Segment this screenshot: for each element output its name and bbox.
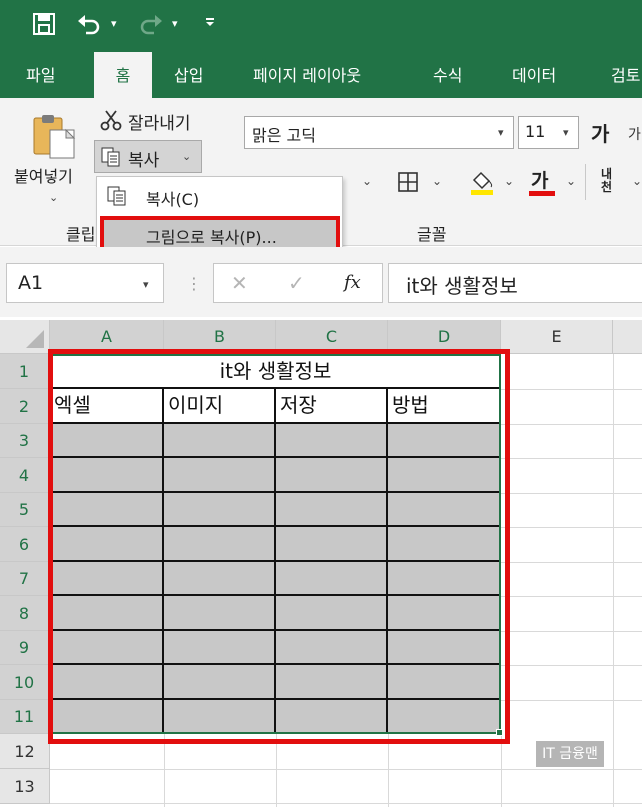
cancel-icon[interactable]: ✕ (231, 271, 248, 295)
ribbon-divider (585, 164, 586, 200)
column-header-f[interactable] (613, 320, 642, 354)
row-header-5[interactable]: 5 (0, 493, 50, 527)
fill-color-dropdown-icon[interactable]: ⌄ (504, 174, 514, 188)
gridline (501, 389, 642, 390)
row-header-11[interactable]: 11 (0, 700, 50, 734)
gridline (50, 769, 642, 770)
borders-dropdown-icon[interactable]: ⌄ (432, 174, 442, 188)
highlight-box (48, 349, 510, 744)
gridline (501, 665, 642, 666)
gridline (501, 700, 642, 701)
copy-icon (100, 146, 122, 172)
font-group-label: 글꼴 (417, 225, 447, 244)
font-size-dropdown-icon[interactable]: ▾ (563, 126, 569, 139)
cut-button[interactable]: 잘라내기 (128, 109, 191, 134)
redo-dropdown-icon: ▾ (172, 17, 178, 30)
gridline (613, 354, 614, 807)
tab-file[interactable]: 파일 (26, 62, 55, 86)
column-header-e[interactable]: E (501, 320, 613, 354)
copy-as-picture-label: 그림으로 복사(P)... (146, 228, 277, 247)
gridline (501, 596, 642, 597)
underline-dropdown-icon[interactable]: ⌄ (362, 174, 372, 188)
tab-home-label: 홈 (115, 66, 131, 85)
gridline (501, 631, 642, 632)
tab-page-layout[interactable]: 페이지 레이아웃 (253, 62, 361, 86)
formula-bar-resize-handle[interactable]: ⋮ (186, 274, 202, 293)
phonetic-dropdown-icon[interactable]: ⌄ (632, 174, 642, 188)
gridline (501, 562, 642, 563)
scissors-icon[interactable] (100, 109, 122, 135)
paste-icon[interactable] (30, 112, 78, 164)
row-header-12[interactable]: 12 (0, 734, 50, 769)
row-header-6[interactable]: 6 (0, 527, 50, 562)
borders-icon[interactable] (397, 171, 419, 197)
enter-icon[interactable]: ✓ (288, 271, 305, 295)
tab-insert[interactable]: 삽입 (174, 62, 203, 86)
gridline (276, 734, 277, 807)
gridline (501, 424, 642, 425)
row-header-4[interactable]: 4 (0, 458, 50, 493)
customize-icon[interactable] (204, 16, 216, 31)
phonetic-guide-button[interactable]: 내천 (601, 168, 621, 194)
undo-dropdown-icon[interactable]: ▾ (111, 17, 117, 30)
decrease-font-size-button[interactable]: 가 (628, 124, 641, 144)
row-header-8[interactable]: 8 (0, 596, 50, 631)
name-box-value: A1 (18, 272, 44, 294)
row-header-7[interactable]: 7 (0, 562, 50, 596)
insert-function-icon[interactable]: fx (344, 272, 361, 293)
copy-menu-item[interactable]: 복사(C) (146, 186, 199, 210)
select-all-corner[interactable] (0, 320, 50, 354)
row-header-2[interactable]: 2 (0, 389, 50, 424)
name-box-dropdown-icon[interactable]: ▾ (143, 278, 149, 291)
font-name-value: 맑은 고딕 (252, 126, 316, 145)
gridline (501, 734, 502, 807)
undo-icon[interactable] (76, 12, 102, 41)
copy-dropdown-icon[interactable]: ⌄ (182, 150, 191, 163)
row-header-9[interactable]: 9 (0, 631, 50, 665)
tab-home[interactable]: 홈 (94, 52, 152, 98)
gridline (501, 493, 642, 494)
copy-menu-icon (106, 185, 128, 211)
font-color-dropdown-icon[interactable]: ⌄ (566, 174, 576, 188)
paste-button[interactable]: 붙여넣기 (14, 163, 73, 187)
increase-font-size-button[interactable]: 가 (591, 118, 609, 147)
paste-dropdown-icon[interactable]: ⌄ (49, 191, 58, 204)
clipboard-group-label: 클립 (66, 225, 96, 244)
font-color-bar (529, 191, 555, 196)
font-name-dropdown-icon[interactable]: ▾ (498, 126, 504, 139)
gridline (164, 734, 165, 807)
gridline (50, 803, 642, 804)
gridline (388, 734, 389, 807)
tab-review[interactable]: 검토 (611, 62, 640, 86)
watermark: IT 금융맨 (536, 741, 604, 767)
save-icon[interactable] (32, 12, 56, 41)
copy-label: 복사 (128, 151, 160, 171)
font-size-value: 11 (525, 122, 546, 141)
gridline (501, 458, 642, 459)
font-color-button[interactable]: 가 (531, 166, 548, 193)
fill-color-icon[interactable] (469, 168, 495, 200)
tab-data[interactable]: 데이터 (512, 62, 556, 86)
row-header-10[interactable]: 10 (0, 665, 50, 700)
row-header-13[interactable]: 13 (0, 769, 50, 804)
row-header-1[interactable]: 1 (0, 354, 50, 389)
gridline (501, 527, 642, 528)
formula-input-value: it와 생활정보 (406, 274, 518, 298)
redo-icon (138, 12, 164, 41)
row-header-3[interactable]: 3 (0, 424, 50, 458)
tab-formulas[interactable]: 수식 (433, 62, 462, 86)
